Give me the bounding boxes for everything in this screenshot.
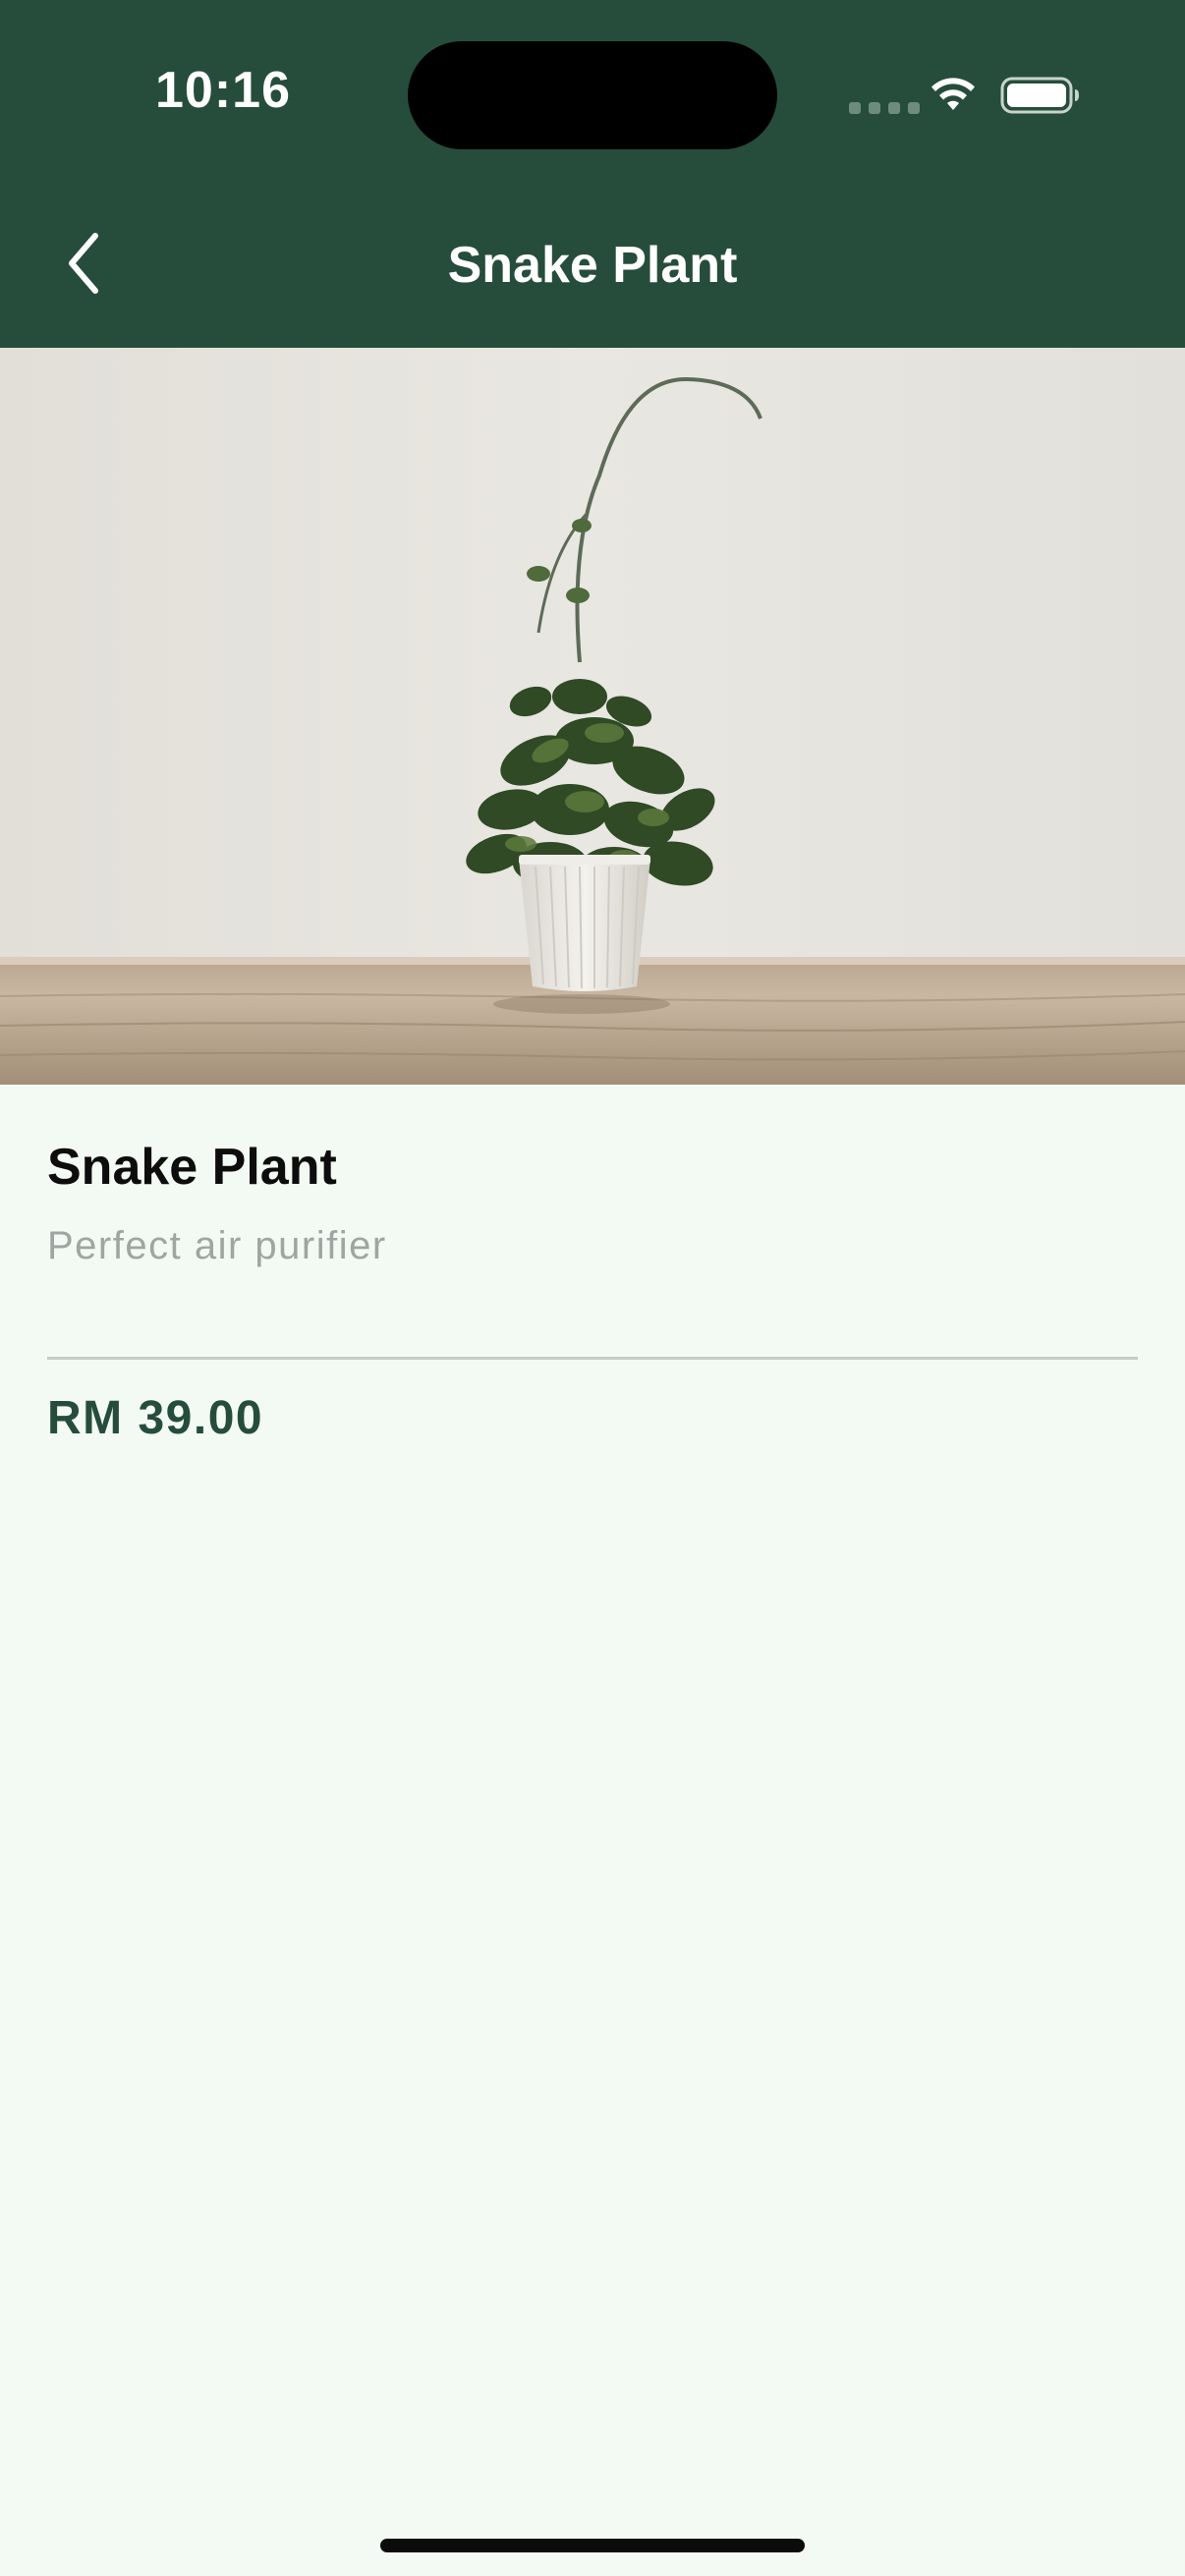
- wifi-icon: [931, 78, 975, 110]
- status-time: 10:16: [155, 62, 291, 119]
- page-title: Snake Plant: [447, 237, 738, 294]
- home-indicator[interactable]: [380, 2539, 805, 2552]
- battery-icon: [1000, 77, 1079, 114]
- cellular-signal-icon: [849, 102, 920, 114]
- product-name: Snake Plant: [47, 1139, 337, 1196]
- product-description: Perfect air purifier: [47, 1224, 387, 1267]
- header: 10:16 Snake Plant: [0, 0, 1185, 348]
- product-image: [0, 348, 1185, 1085]
- product-detail-screen: 10:16 Snake Plant Snake Plant Perfect ai…: [0, 0, 1185, 2576]
- product-price: RM 39.00: [47, 1392, 264, 1444]
- dynamic-island: [408, 41, 777, 149]
- divider: [47, 1357, 1138, 1360]
